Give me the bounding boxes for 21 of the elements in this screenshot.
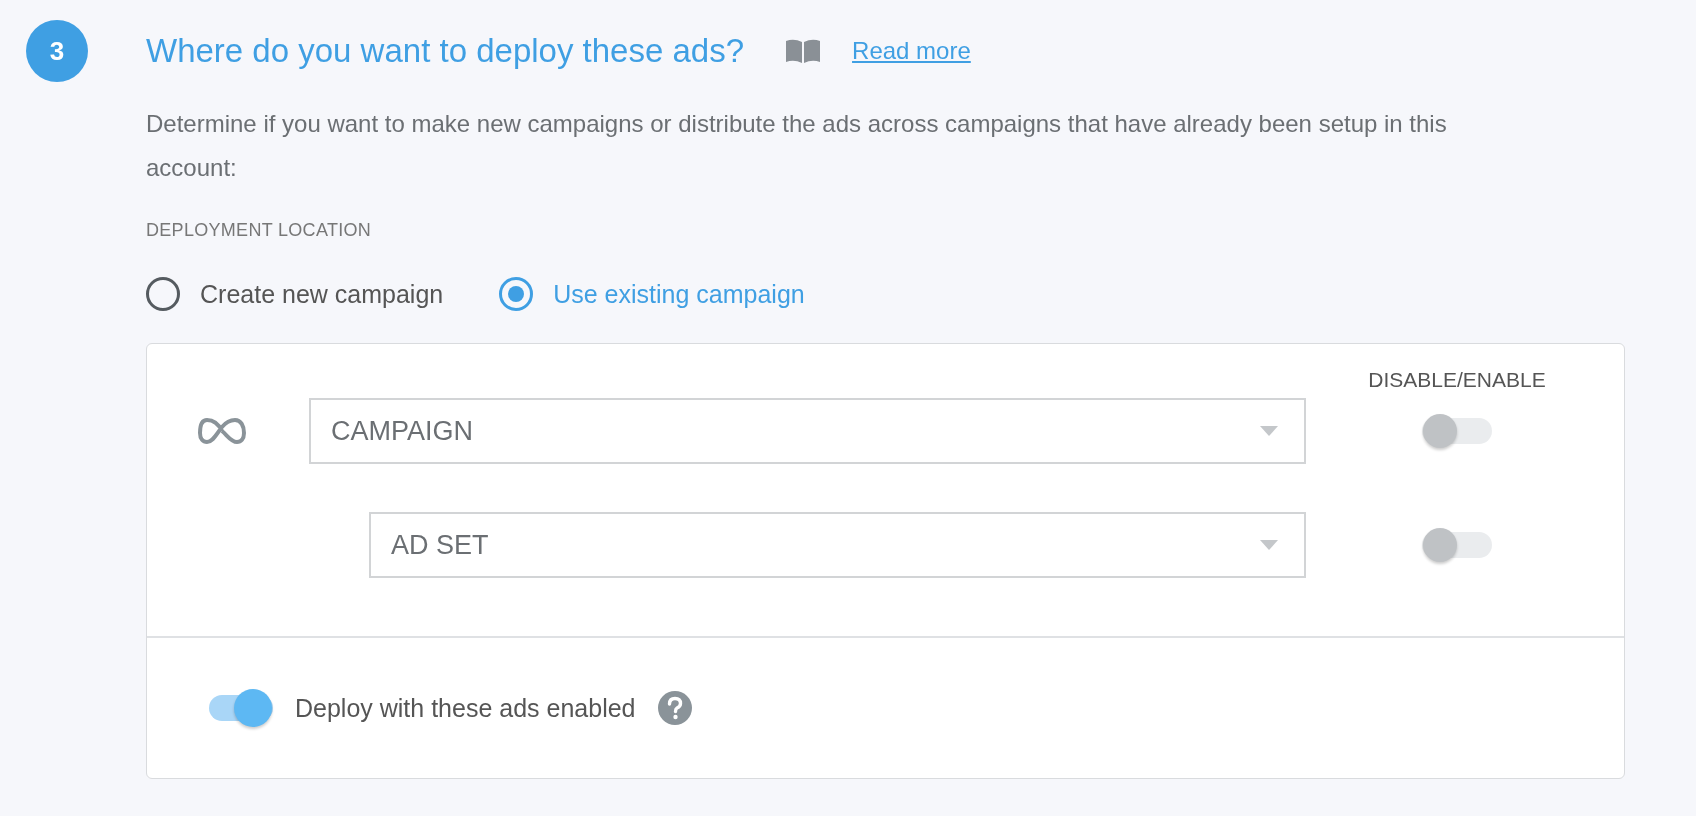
read-more-link[interactable]: Read more [852, 37, 971, 65]
dropdown[interactable]: CAMPAIGN [309, 398, 1306, 464]
radio-label: Use existing campaign [553, 279, 805, 309]
toggle-switch[interactable] [209, 688, 273, 728]
deployment-location-label: DEPLOYMENT LOCATION [146, 220, 373, 241]
radio-label: Create new campaign [200, 279, 444, 309]
description-text: Determine if you want to make new campaigns or distribute the ads across campaigns that have already been setup in this account: [146, 109, 1448, 183]
radio-button[interactable] [499, 277, 534, 311]
deploy-enabled-label: Deploy with these ads enabled [295, 693, 636, 723]
infinity-icon [197, 417, 247, 445]
radio-button[interactable] [146, 277, 180, 311]
column-header: DISABLE/ENABLE [1368, 368, 1546, 392]
radio-option[interactable]: Create new campaign [146, 277, 444, 311]
caret-icon [1260, 426, 1278, 436]
radio-option[interactable]: Use existing campaign [499, 277, 805, 311]
step-number-badge: 3 [26, 20, 88, 82]
section-title: Where do you want to deploy these ads? [146, 32, 745, 70]
book-icon [784, 37, 823, 65]
help-icon[interactable] [657, 691, 692, 725]
dropdown[interactable]: AD SET [369, 512, 1306, 578]
caret-icon [1260, 540, 1278, 550]
